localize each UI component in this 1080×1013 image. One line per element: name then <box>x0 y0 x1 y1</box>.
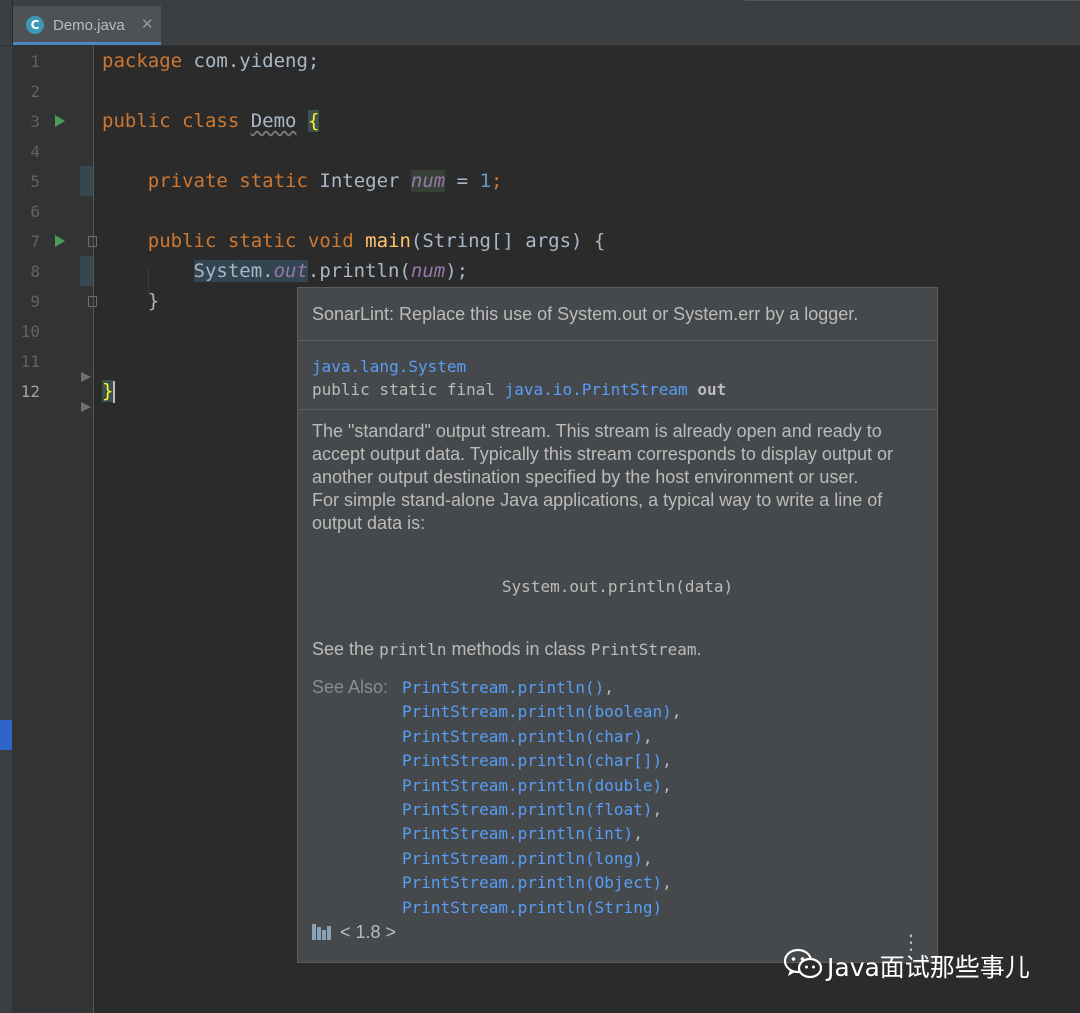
tool-window-marker[interactable] <box>0 720 12 750</box>
line-number: 7 <box>30 232 40 251</box>
tab-label: Demo.java <box>53 17 125 34</box>
line-number: 3 <box>30 112 40 131</box>
description-paragraph: For simple stand-alone Java applications… <box>312 490 883 533</box>
see-also-item: PrintStream.println(), <box>402 678 614 697</box>
tab-demo-java[interactable]: C Demo.java ✕ <box>13 6 161 45</box>
tool-window-strip <box>0 46 12 1013</box>
def-type-link[interactable]: java.io.PrintStream <box>505 380 688 399</box>
current-line-number: 12 <box>20 382 40 401</box>
popup-description: The "standard" output stream. This strea… <box>312 420 922 535</box>
library-icon <box>312 924 334 940</box>
java-class-icon: C <box>26 16 44 34</box>
matched-brace: } <box>102 380 114 402</box>
def-class-link[interactable]: java.lang.System <box>312 357 466 376</box>
see-also-item: PrintStream.println(boolean), <box>402 702 682 722</box>
code-line-5[interactable]: private static Integer num = 1; <box>102 170 502 192</box>
line-number: 5 <box>30 172 40 191</box>
see-also-list: PrintStream.println(), PrintStream.print… <box>402 676 681 920</box>
see-also-item: PrintStream.println(String) <box>402 897 663 917</box>
close-tab-icon[interactable]: ✕ <box>141 15 154 33</box>
class-name: Demo <box>250 110 297 132</box>
tab-bar-left-strip <box>0 0 13 45</box>
fold-marker-icon[interactable] <box>81 372 91 382</box>
hovered-expression[interactable]: System.out <box>193 260 308 282</box>
line-number: 11 <box>20 352 40 371</box>
see-also-item: PrintStream.println(Object), <box>402 873 672 893</box>
see-also-item: PrintStream.println(long), <box>402 848 653 868</box>
editor-tab-bar: C Demo.java ✕ <box>0 0 1080 46</box>
matched-brace: { <box>307 110 320 132</box>
tab-bar-top-line <box>745 0 1080 1</box>
popup-definition: java.lang.System public static final jav… <box>298 341 937 410</box>
line-number: 9 <box>30 292 40 311</box>
gutter-change-marker <box>80 166 93 196</box>
see-also-item: PrintStream.println(double), <box>402 775 672 795</box>
see-also-item: PrintStream.println(char[]), <box>402 751 672 771</box>
def-signature: public static final java.io.PrintStream … <box>312 380 727 399</box>
code-line-12[interactable]: } <box>102 380 116 403</box>
field-num: num <box>410 170 446 192</box>
see-also-item: PrintStream.println(char), <box>402 726 653 746</box>
fold-icon[interactable] <box>88 296 97 307</box>
see-also-label: See Also: <box>312 677 389 697</box>
line-number: 6 <box>30 202 40 221</box>
text-caret <box>113 380 116 403</box>
code-line-1[interactable]: package com.yideng; <box>102 50 319 72</box>
watermark-text: Java面试那些事儿 <box>827 953 1030 982</box>
code-line-8[interactable]: System.out.println(num); <box>102 260 468 282</box>
line-number: 8 <box>30 262 40 281</box>
description-paragraph: The "standard" output stream. This strea… <box>312 421 893 487</box>
popup-inspection-header: SonarLint: Replace this use of System.ou… <box>298 288 937 341</box>
editor-gutter: 1 2 3 4 5 6 7 8 9 10 11 12 <box>12 46 97 1013</box>
run-main-icon[interactable] <box>55 235 65 247</box>
sonarlint-message: SonarLint: Replace this use of System.ou… <box>312 304 859 324</box>
fold-icon[interactable] <box>88 236 97 247</box>
gutter-change-marker <box>80 256 93 286</box>
quick-documentation-popup: SonarLint: Replace this use of System.ou… <box>297 287 938 963</box>
jdk-version[interactable]: < 1.8 > <box>340 922 396 942</box>
code-line-3[interactable]: public class Demo { <box>102 110 320 132</box>
line-number: 4 <box>30 142 40 161</box>
run-class-icon[interactable] <box>55 115 65 127</box>
line-number: 2 <box>30 82 40 101</box>
line-number: 1 <box>30 52 40 71</box>
code-example: System.out.println(data) <box>501 577 734 596</box>
code-line-9[interactable]: } <box>102 290 159 312</box>
wechat-logo-icon <box>783 948 823 979</box>
popup-footer: < 1.8 > <box>312 922 396 943</box>
fold-marker-icon[interactable] <box>81 402 91 412</box>
code-line-7[interactable]: public static void main(String[] args) { <box>102 230 606 252</box>
see-also-item: PrintStream.println(float), <box>402 800 663 820</box>
see-methods-line: See the println methods in class PrintSt… <box>312 639 702 659</box>
line-number: 10 <box>20 322 40 341</box>
see-also-item: PrintStream.println(int), <box>402 824 643 844</box>
